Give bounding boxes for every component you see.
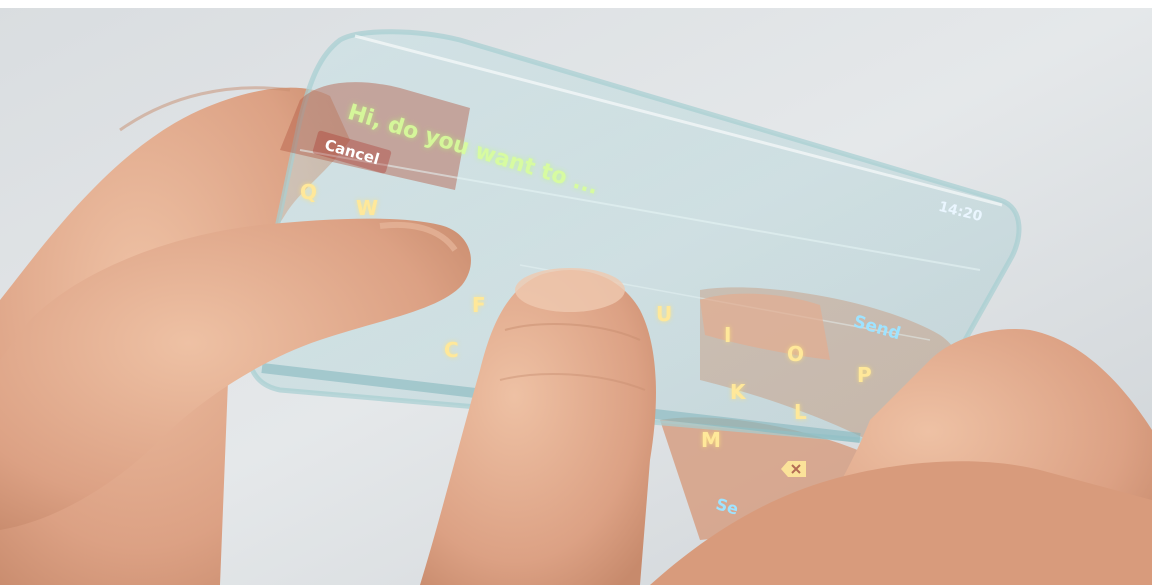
backspace-icon[interactable]	[780, 459, 808, 479]
key-w[interactable]: W	[356, 196, 378, 220]
key-q[interactable]: Q	[300, 180, 317, 204]
key-o[interactable]: O	[787, 342, 804, 366]
key-c[interactable]: C	[444, 338, 459, 362]
key-l[interactable]: L	[794, 400, 807, 424]
key-k[interactable]: K	[730, 380, 746, 404]
key-m[interactable]: M	[701, 428, 721, 452]
photo-scene: Hi, do you want to ... Cancel 14:20 Send…	[0, 0, 1152, 585]
key-i[interactable]: I	[724, 323, 731, 347]
key-u[interactable]: U	[656, 302, 672, 326]
scene-illustration	[0, 0, 1152, 585]
key-f[interactable]: F	[472, 293, 486, 317]
key-p[interactable]: P	[857, 363, 872, 387]
